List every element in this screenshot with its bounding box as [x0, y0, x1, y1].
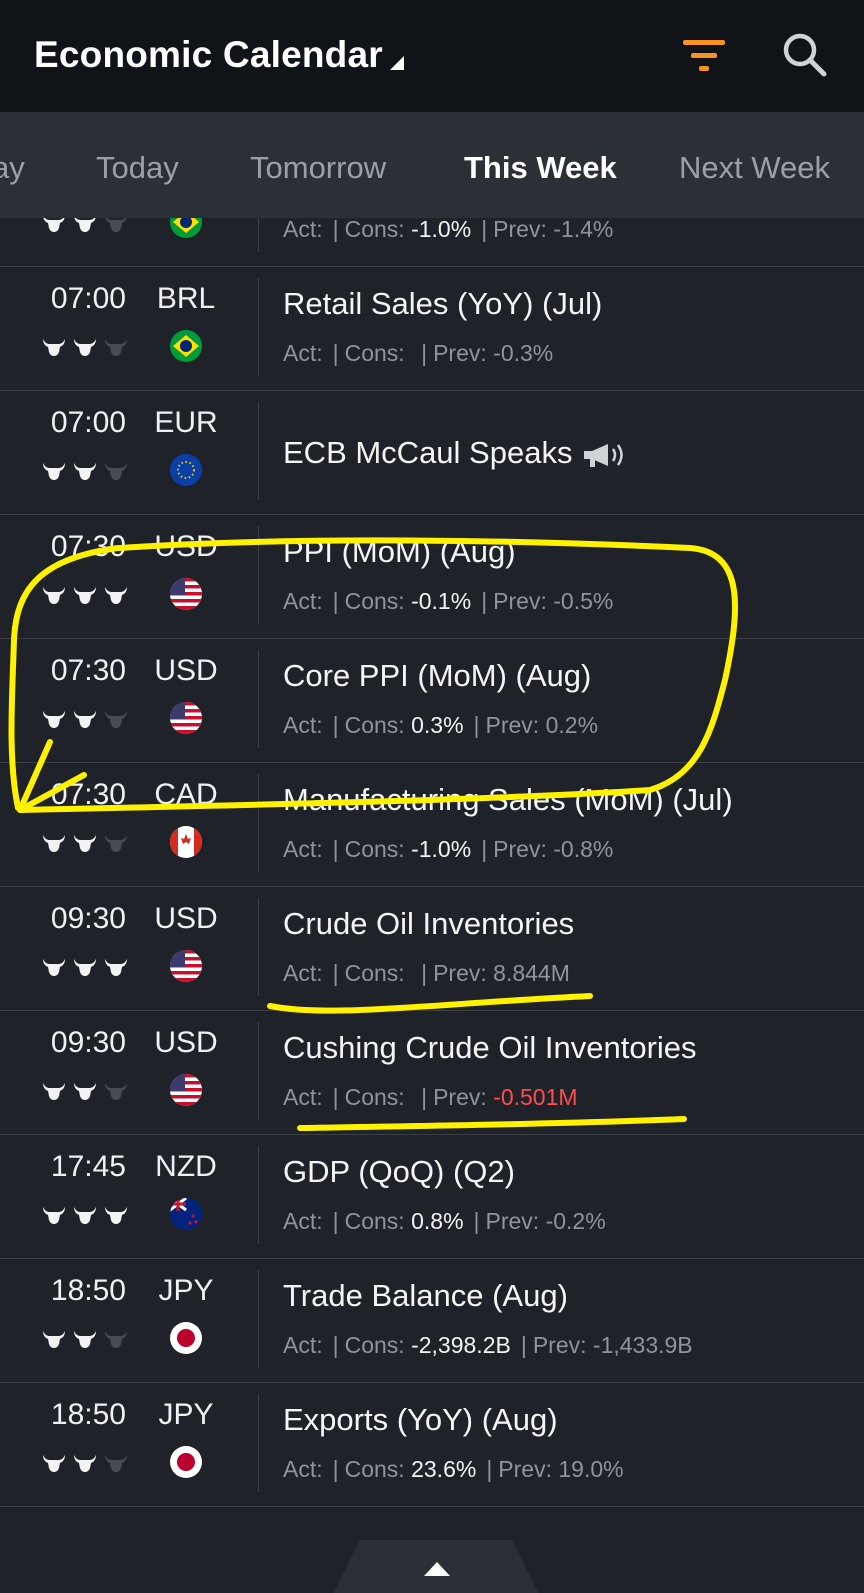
event-name: Trade Balance (Aug)	[283, 1278, 568, 1313]
divider	[258, 218, 259, 252]
event-stats: Act: | Cons: | Prev: 8.844M	[283, 960, 570, 986]
usa-flag-icon	[170, 578, 202, 610]
event-name: Cushing Crude Oil Inventories	[283, 1030, 697, 1065]
importance-bulls-icon	[42, 585, 128, 605]
event-stats: Act: | Cons: 0.3% | Prev: 0.2%	[283, 712, 599, 738]
importance-bulls-icon	[42, 1205, 128, 1225]
event-name: Retail Sales (YoY) (Jul)	[283, 286, 603, 321]
usa-flag-icon	[170, 702, 202, 734]
event-time: 09:30	[50, 1026, 126, 1059]
event-stats: Act: | Cons: -2,398.2B | Prev: -1,433.9B	[283, 1332, 693, 1358]
event-time: 18:50	[50, 1398, 126, 1431]
event-time: 09:30	[50, 902, 126, 935]
tab-tomorrow[interactable]: Tomorrow	[250, 150, 386, 186]
divider	[258, 650, 259, 748]
event-row[interactable]: 07:00 BRL Retail Sales (MoM) (Jul) Act:|…	[0, 218, 864, 267]
tab-this-week[interactable]: This Week	[464, 150, 617, 186]
importance-bulls-icon	[42, 461, 128, 481]
arrow-up-icon	[424, 1562, 450, 1576]
japan-flag-icon	[170, 1446, 202, 1478]
period-tabs: ay Today Tomorrow This Week Next Week	[0, 112, 864, 218]
event-name: GDP (QoQ) (Q2)	[283, 1154, 515, 1189]
event-row[interactable]: 07:30 USD Core PPI (MoM) (Aug) Act: | Cons…	[0, 638, 864, 763]
importance-bulls-icon	[42, 709, 128, 729]
importance-bulls-icon	[42, 1329, 128, 1349]
tab-next-week[interactable]: Next Week	[679, 150, 830, 186]
speech-icon	[584, 443, 624, 467]
event-time: 07:00	[50, 282, 126, 315]
divider	[258, 1022, 259, 1120]
divider	[258, 278, 259, 376]
event-stats: Act: | Cons: 23.6% | Prev: 19.0%	[283, 1456, 624, 1482]
event-name: PPI (MoM) (Aug)	[283, 534, 516, 569]
event-time: 07:30	[50, 778, 126, 811]
divider	[258, 898, 259, 996]
events-list[interactable]: 07:00 BRL Retail Sales (MoM) (Jul) Act:|…	[0, 218, 864, 1593]
title-dropdown-icon[interactable]	[390, 56, 404, 70]
brazil-flag-icon	[170, 218, 202, 238]
event-name: Manufacturing Sales (MoM) (Jul)	[283, 782, 733, 817]
event-stats: Act: | Cons: | Prev: -0.3%	[283, 340, 554, 366]
divider	[258, 1394, 259, 1492]
event-time: 07:30	[50, 654, 126, 687]
divider	[258, 526, 259, 624]
event-time: 18:50	[50, 1274, 126, 1307]
tab-yesterday[interactable]: ay	[0, 150, 25, 186]
event-row[interactable]: 09:30 USD Cushing Crude Oil Inventories …	[0, 1010, 864, 1135]
event-time: 07:30	[50, 530, 126, 563]
new-zealand-flag-icon	[170, 1198, 202, 1230]
event-name: Crude Oil Inventories	[283, 906, 575, 941]
japan-flag-icon	[170, 1322, 202, 1354]
search-icon[interactable]	[780, 30, 830, 80]
event-stats: Act: | Cons: -1.0% | Prev: -0.8%	[283, 836, 614, 862]
divider	[258, 1146, 259, 1244]
divider	[258, 402, 259, 500]
event-time: 07:00	[50, 406, 126, 439]
event-stats: Act: | Cons: -1.0% | Prev: -1.4%	[283, 218, 614, 242]
event-time: 17:45	[50, 1150, 126, 1183]
canada-flag-icon	[170, 826, 202, 858]
filter-icon[interactable]	[680, 36, 728, 76]
brazil-flag-icon	[170, 330, 202, 362]
eu-flag-icon	[170, 454, 202, 486]
event-stats: Act: | Cons: -0.1% | Prev: -0.5%	[283, 588, 614, 614]
usa-flag-icon	[170, 950, 202, 982]
event-row[interactable]: 17:45 NZD GDP (QoQ) (Q2) Act: | Cons: 0.8%…	[0, 1134, 864, 1259]
page-title[interactable]: Economic Calendar	[34, 34, 383, 76]
event-row[interactable]: 18:50 JPY Trade Balance (Aug) Act: | Cons:…	[0, 1258, 864, 1383]
tab-today[interactable]: Today	[96, 150, 179, 186]
importance-bulls-icon	[42, 1081, 128, 1101]
event-stats: Act: | Cons: 0.8% | Prev: -0.2%	[283, 1208, 606, 1234]
scroll-to-top-button[interactable]	[330, 1540, 542, 1593]
event-stats: Act: | Cons: | Prev: -0.501M	[283, 1084, 578, 1110]
event-row[interactable]: 09:30 USD Crude Oil Inventories Act: | Con…	[0, 886, 864, 1011]
app-header: Economic Calendar	[0, 0, 864, 112]
event-row[interactable]: 07:00 BRL Retail Sales (YoY) (Jul) Act: |…	[0, 266, 864, 391]
importance-bulls-icon	[42, 1453, 128, 1473]
importance-bulls-icon	[42, 957, 128, 977]
event-name: Exports (YoY) (Aug)	[283, 1402, 558, 1437]
divider	[258, 1270, 259, 1368]
divider	[258, 774, 259, 872]
event-name: Core PPI (MoM) (Aug)	[283, 658, 592, 693]
usa-flag-icon	[170, 1074, 202, 1106]
event-row[interactable]: 07:30 USD PPI (MoM) (Aug) Act: | Cons: -0.…	[0, 514, 864, 639]
importance-bulls-icon	[42, 833, 128, 853]
event-row[interactable]: 07:00 EUR ECB McCaul Speaks	[0, 390, 864, 515]
importance-bulls-icon	[42, 218, 128, 233]
event-row[interactable]: 18:50 JPY Exports (YoY) (Aug) Act: | Cons:…	[0, 1382, 864, 1507]
importance-bulls-icon	[42, 337, 128, 357]
event-row[interactable]: 07:30 CAD Manufacturing Sales (MoM) (Jul…	[0, 762, 864, 887]
event-name: ECB McCaul Speaks	[283, 435, 628, 471]
